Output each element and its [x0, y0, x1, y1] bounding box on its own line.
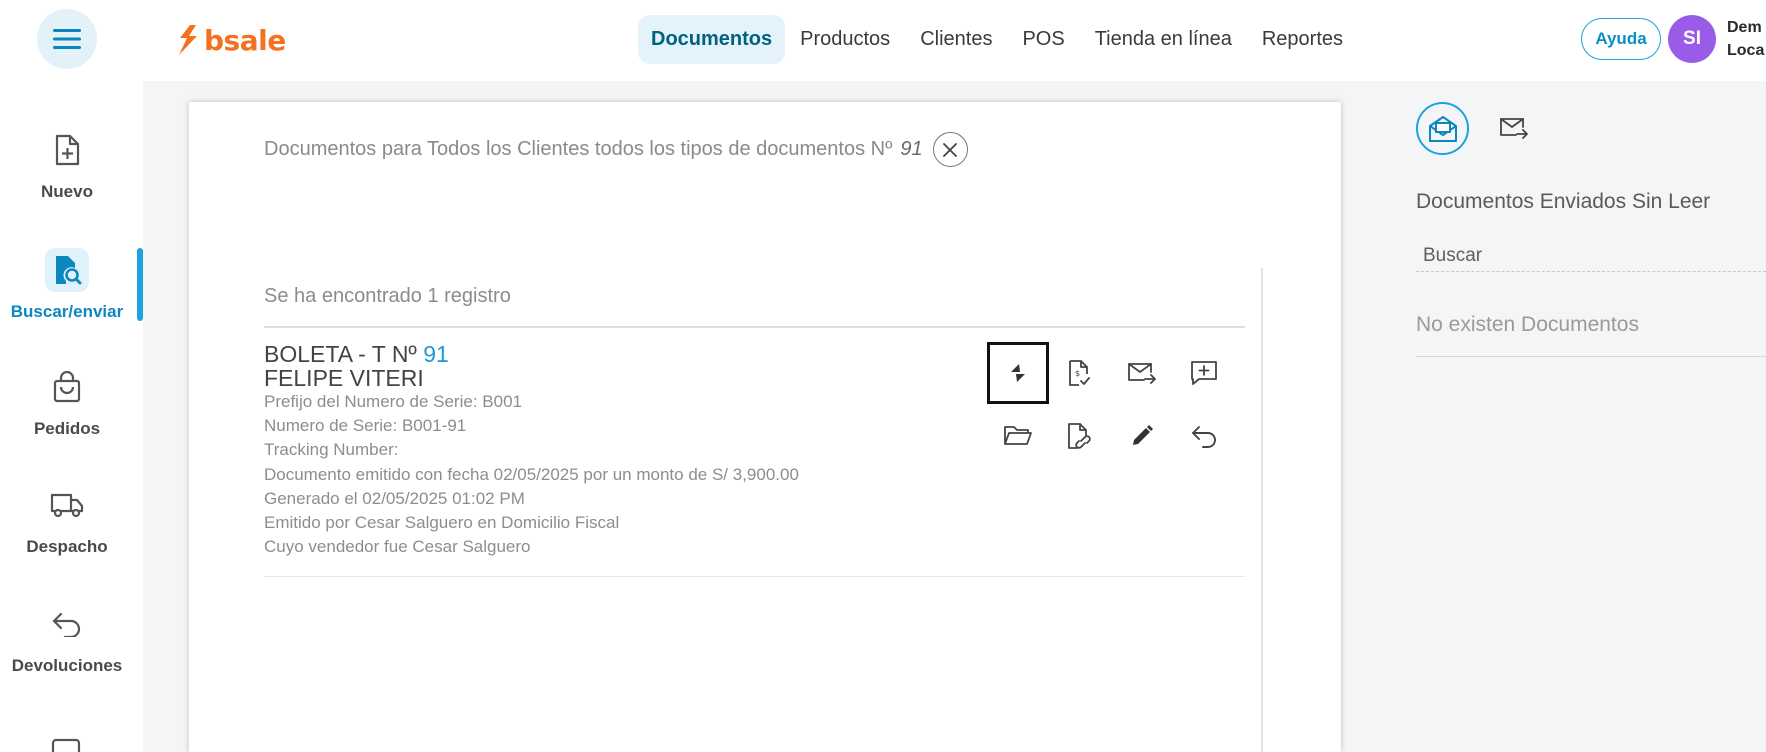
bsale-logo-mark-icon	[179, 25, 197, 55]
detail-line: Cuyo vendedor fue Cesar Salguero	[264, 537, 531, 557]
return-arrow-icon	[52, 612, 81, 637]
detail-line: Tracking Number:	[264, 440, 399, 460]
svg-text:$: $	[1075, 369, 1080, 378]
file-link-icon	[1068, 423, 1091, 449]
nav-documentos[interactable]: Documentos	[638, 15, 786, 64]
unread-search-input[interactable]	[1416, 240, 1766, 272]
file-plus-icon	[55, 134, 80, 166]
document-details: Prefijo del Numero de Serie: B001 Numero…	[264, 390, 799, 559]
nav-pos[interactable]: POS	[1007, 15, 1079, 64]
sidebar-item-label: Despacho	[26, 537, 108, 556]
search-title: Documentos para Todos los Clientes todos…	[264, 132, 968, 167]
document-check-button[interactable]: $	[1055, 349, 1103, 397]
document-title[interactable]: BOLETA - T Nº 91	[264, 342, 449, 366]
nav-reportes[interactable]: Reportes	[1247, 15, 1358, 64]
search-title-number: 91	[900, 138, 923, 160]
document-client: FELIPE VITERI	[264, 365, 424, 391]
user-name: Dem	[1727, 19, 1762, 36]
shopping-bag-icon	[53, 371, 81, 403]
user-avatar[interactable]: SI	[1668, 15, 1716, 63]
detail-line: Emitido por Cesar Salguero en Domicilio …	[264, 513, 620, 533]
return-document-button[interactable]	[1180, 412, 1228, 460]
add-comment-button[interactable]	[1180, 349, 1228, 397]
sent-documents-button[interactable]	[1495, 110, 1533, 146]
divider	[264, 326, 1245, 328]
sidebar-item-label: Pedidos	[33, 419, 101, 438]
sidebar-item-label: Devoluciones	[11, 656, 123, 675]
bsale-logo[interactable]: bsale	[176, 20, 286, 60]
help-button[interactable]: Ayuda	[1581, 18, 1661, 60]
comment-add-icon	[1191, 361, 1217, 385]
search-title-text: Documentos para Todos los Clientes todos…	[264, 138, 893, 160]
send-email-button[interactable]	[1118, 349, 1166, 397]
detail-line: Numero de Serie: B001-91	[264, 416, 467, 436]
main-nav: Documentos Productos Clientes POS Tienda…	[638, 15, 1358, 64]
sidebar-item-pedidos[interactable]: Pedidos	[0, 354, 134, 450]
sidebar-item-despacho[interactable]: Despacho	[0, 472, 134, 568]
sidebar-item-label: Buscar/enviar	[10, 302, 124, 321]
truck-icon	[50, 493, 84, 518]
sidebar-item-buscar-enviar[interactable]: Buscar/enviar	[0, 237, 134, 333]
document-number: 91	[423, 341, 449, 367]
close-icon	[943, 142, 958, 157]
divider	[1416, 356, 1766, 357]
sidebar: Nuevo Buscar/enviar Pedidos Despacho Dev…	[0, 81, 143, 752]
clear-search-button[interactable]	[932, 132, 968, 167]
document-actions: $	[987, 342, 1239, 466]
nav-clientes[interactable]: Clientes	[905, 15, 1007, 64]
open-folder-button[interactable]	[994, 412, 1042, 460]
empty-state-text: No existen Documentos	[1416, 313, 1639, 336]
unread-documents-heading: Documentos Enviados Sin Leer	[1416, 190, 1711, 213]
mail-open-icon	[1428, 115, 1457, 142]
menu-icon	[53, 29, 81, 49]
divider	[264, 576, 1245, 577]
sidebar-more-icon	[50, 736, 82, 752]
email-send-icon	[1128, 363, 1156, 384]
results-count: Se ha encontrado 1 registro	[264, 285, 511, 307]
undo-icon	[1192, 426, 1216, 448]
pencil-icon	[1133, 425, 1153, 445]
sidebar-item-label: Nuevo	[41, 182, 93, 201]
nav-productos[interactable]: Productos	[785, 15, 905, 64]
file-search-icon	[56, 256, 82, 285]
hamburger-menu-button[interactable]	[37, 9, 97, 69]
unread-documents-button[interactable]	[1416, 102, 1469, 155]
divider	[1261, 268, 1263, 752]
folder-open-icon	[1004, 426, 1032, 445]
detail-line: Prefijo del Numero de Serie: B001	[264, 392, 522, 411]
document-type: BOLETA - T Nº	[264, 341, 417, 367]
document-link-button[interactable]	[1055, 412, 1103, 460]
edit-button[interactable]	[1118, 412, 1166, 460]
sidebar-item-nuevo[interactable]: Nuevo	[0, 117, 134, 213]
sidebar-item-devoluciones[interactable]: Devoluciones	[0, 591, 134, 687]
file-check-icon: $	[1069, 360, 1090, 386]
user-location: Loca	[1727, 42, 1765, 59]
nav-tienda-en-linea[interactable]: Tienda en línea	[1080, 15, 1247, 64]
brand-name: bsale	[204, 23, 286, 57]
detail-line: Generado el 02/05/2025 01:02 PM	[264, 488, 525, 508]
payment-icon	[1011, 364, 1025, 382]
detail-line: Documento emitido con fecha 02/05/2025 p…	[264, 464, 799, 484]
search-results-card: Documentos para Todos los Clientes todos…	[189, 102, 1341, 752]
email-send-icon	[1500, 118, 1528, 139]
user-info[interactable]: Dem Loca	[1727, 16, 1766, 62]
top-bar: bsale Documentos Productos Clientes POS …	[0, 0, 1766, 81]
payment-button[interactable]	[987, 342, 1049, 404]
